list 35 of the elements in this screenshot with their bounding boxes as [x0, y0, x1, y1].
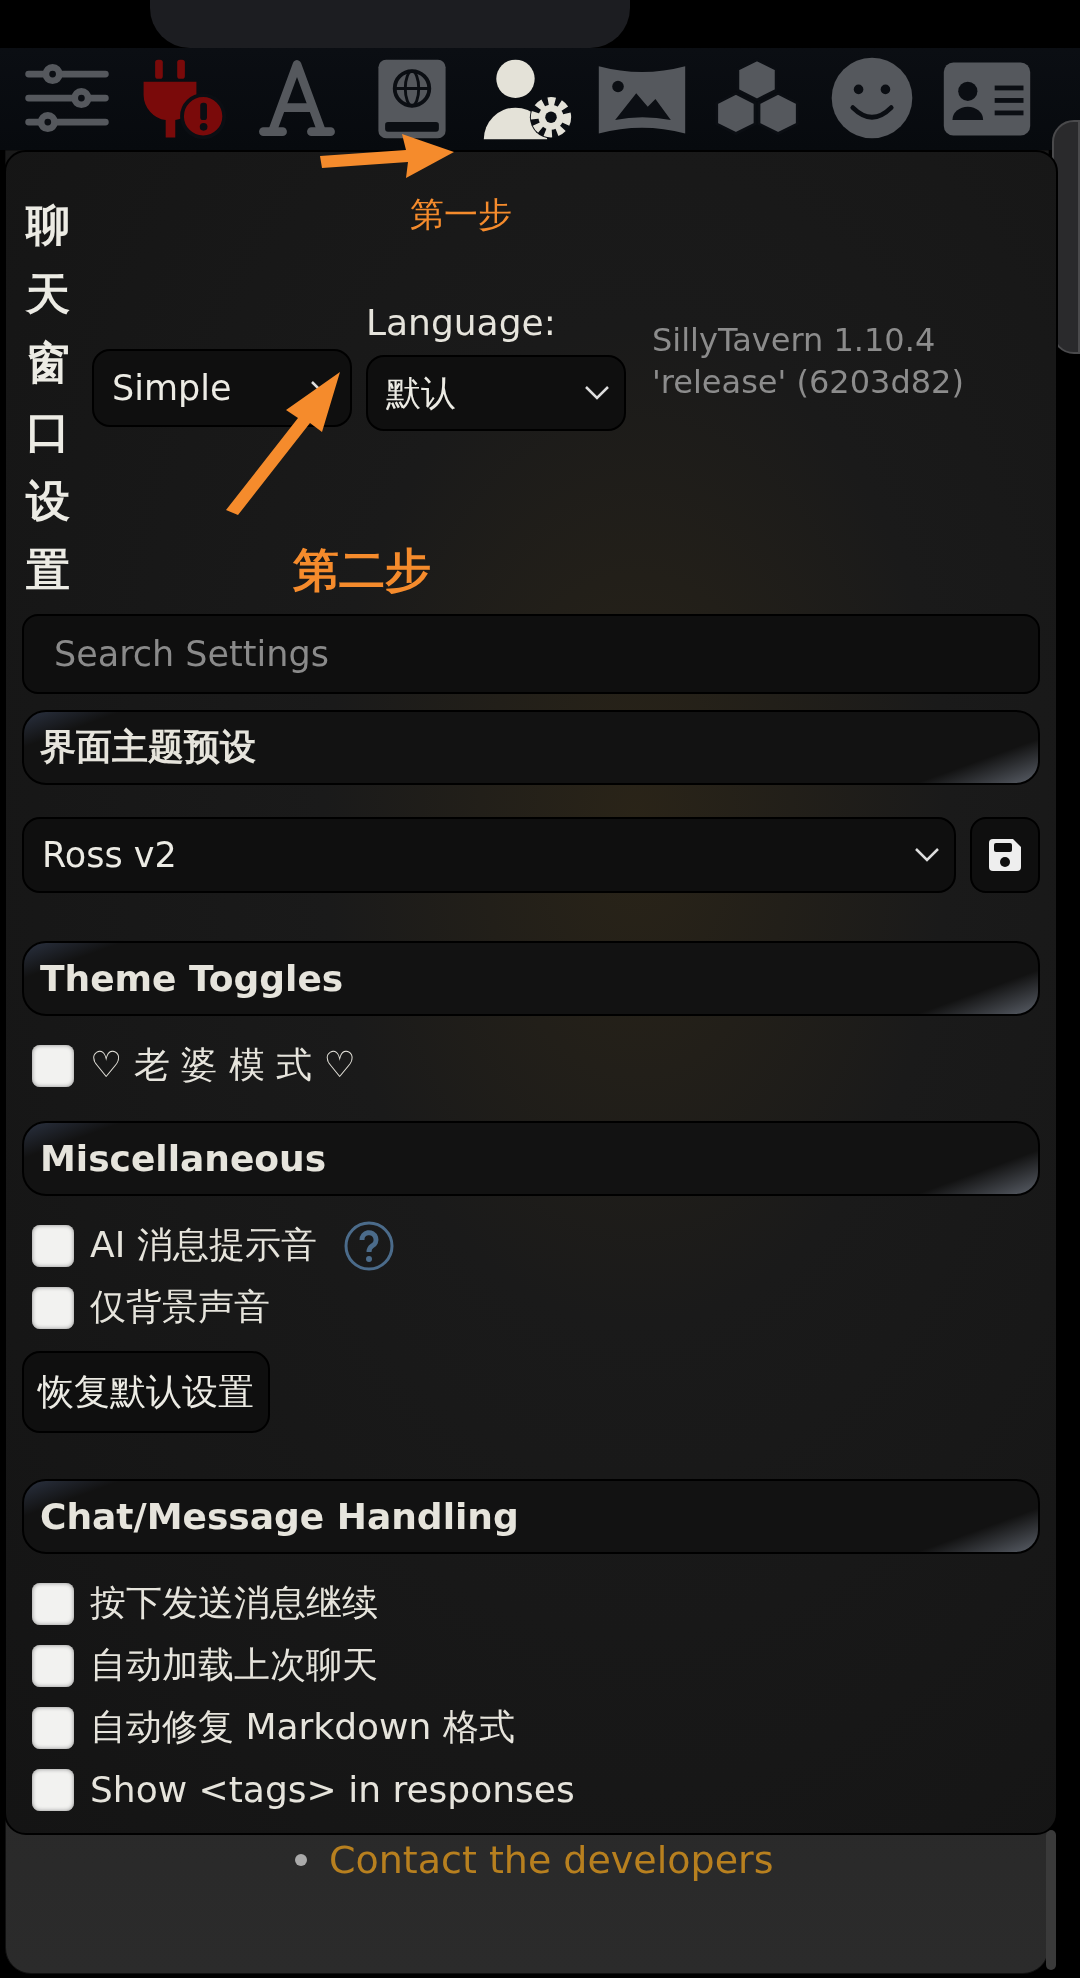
mode-select[interactable]: Simple [92, 349, 352, 427]
search-field[interactable]: Search Settings [22, 614, 1040, 694]
option-label: 按下发送消息继续 [90, 1581, 378, 1625]
save-icon[interactable] [970, 817, 1040, 893]
language-select[interactable]: 默认 [366, 355, 626, 431]
version-text: 'release' (6203d82) [652, 361, 964, 403]
section-header[interactable]: Theme Toggles [22, 941, 1040, 1016]
checkbox[interactable] [32, 1286, 74, 1329]
option-label: 自动加载上次聊天 [90, 1643, 378, 1687]
theme-select[interactable]: Ross v2 [22, 817, 956, 893]
section-header[interactable]: Chat/Message Handling [22, 1479, 1040, 1554]
option-label: AI 消息提示音 [90, 1223, 317, 1267]
scrollbar[interactable] [1046, 1830, 1056, 1970]
section-header[interactable]: Miscellaneous [22, 1121, 1040, 1196]
checkbox[interactable] [32, 1224, 74, 1267]
language-label: Language: [366, 302, 557, 343]
option-label: 自动修复 Markdown 格式 [90, 1705, 515, 1749]
annotation-text: 第二步 [293, 542, 431, 599]
reset-button[interactable]: 恢复默认设置 [22, 1351, 270, 1433]
section-header[interactable]: 界面主题预设 [22, 710, 1040, 785]
option-label: 仅背景声音 [90, 1285, 270, 1329]
annotation-text: 第一步 [410, 193, 512, 236]
checkbox[interactable] [32, 1768, 74, 1811]
chevron-down-icon [914, 847, 940, 863]
checkbox[interactable] [32, 1044, 74, 1087]
checkbox[interactable] [32, 1582, 74, 1625]
help-icon[interactable] [342, 1219, 395, 1272]
option-label: Show <tags> in responses [90, 1769, 575, 1810]
panel-title: 聊天窗口设置 [26, 198, 70, 598]
link[interactable]: Contact the developers [329, 1838, 774, 1882]
chevron-down-icon [584, 385, 610, 401]
version-text: SillyTavern 1.10.4 [652, 320, 937, 361]
option-label: ♡ 老 婆 模 式 ♡ [90, 1043, 356, 1087]
checkbox[interactable] [32, 1644, 74, 1687]
checkbox[interactable] [32, 1706, 74, 1749]
